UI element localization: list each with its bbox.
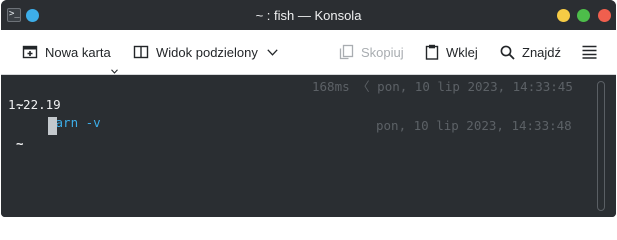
window-title: ~ : fish — Konsola (255, 8, 362, 23)
copy-button[interactable]: Skopiuj (339, 30, 404, 74)
split-view-label: Widok podzielony (156, 44, 258, 60)
split-view-button[interactable]: Widok podzielony (133, 30, 278, 74)
title-bar[interactable]: >_ ~ : fish — Konsola (1, 0, 616, 30)
toolbar: Nowa karta Widok podzielony Skopiuj Wkle… (1, 30, 616, 75)
chevron-down-icon (267, 48, 278, 56)
prompt-cwd: ~ (16, 136, 24, 151)
right-prompt-2: pon, 10 lip 2023, 14:33:48 (376, 118, 572, 133)
new-tab-button[interactable]: Nowa karta (22, 30, 111, 74)
menu-button[interactable] (582, 30, 597, 74)
right-prompt-1: 168ms 〈 pon, 10 lip 2023, 14:33:45 (312, 79, 573, 94)
find-button[interactable]: Znajdź (500, 30, 561, 74)
text-cursor (48, 117, 57, 135)
copy-label: Skopiuj (361, 44, 404, 60)
new-tab-icon (22, 44, 38, 60)
copy-icon (339, 44, 354, 60)
vertical-scrollbar[interactable] (597, 81, 605, 211)
split-view-icon (133, 44, 149, 60)
paste-label: Wklej (446, 44, 478, 60)
search-icon (500, 45, 515, 60)
maximize-button[interactable] (577, 9, 590, 22)
konsole-window: >_ ~ : fish — Konsola Nowa karta Widok p… (1, 0, 616, 217)
find-label: Znajdź (522, 44, 562, 60)
new-tab-label: Nowa karta (45, 44, 111, 60)
hamburger-menu-icon (582, 45, 597, 59)
command-output: 1.22.19 (8, 97, 61, 112)
minimize-button[interactable] (557, 9, 570, 22)
prompt-line-1: ~ yarn -v (1, 78, 101, 130)
close-button[interactable] (598, 9, 611, 22)
paste-button[interactable]: Wklej (425, 30, 478, 74)
paste-icon (425, 44, 439, 60)
prompt-line-2: ~ (1, 117, 46, 151)
terminal-view[interactable]: ~ yarn -v 168ms 〈 pon, 10 lip 2023, 14:3… (1, 75, 616, 217)
